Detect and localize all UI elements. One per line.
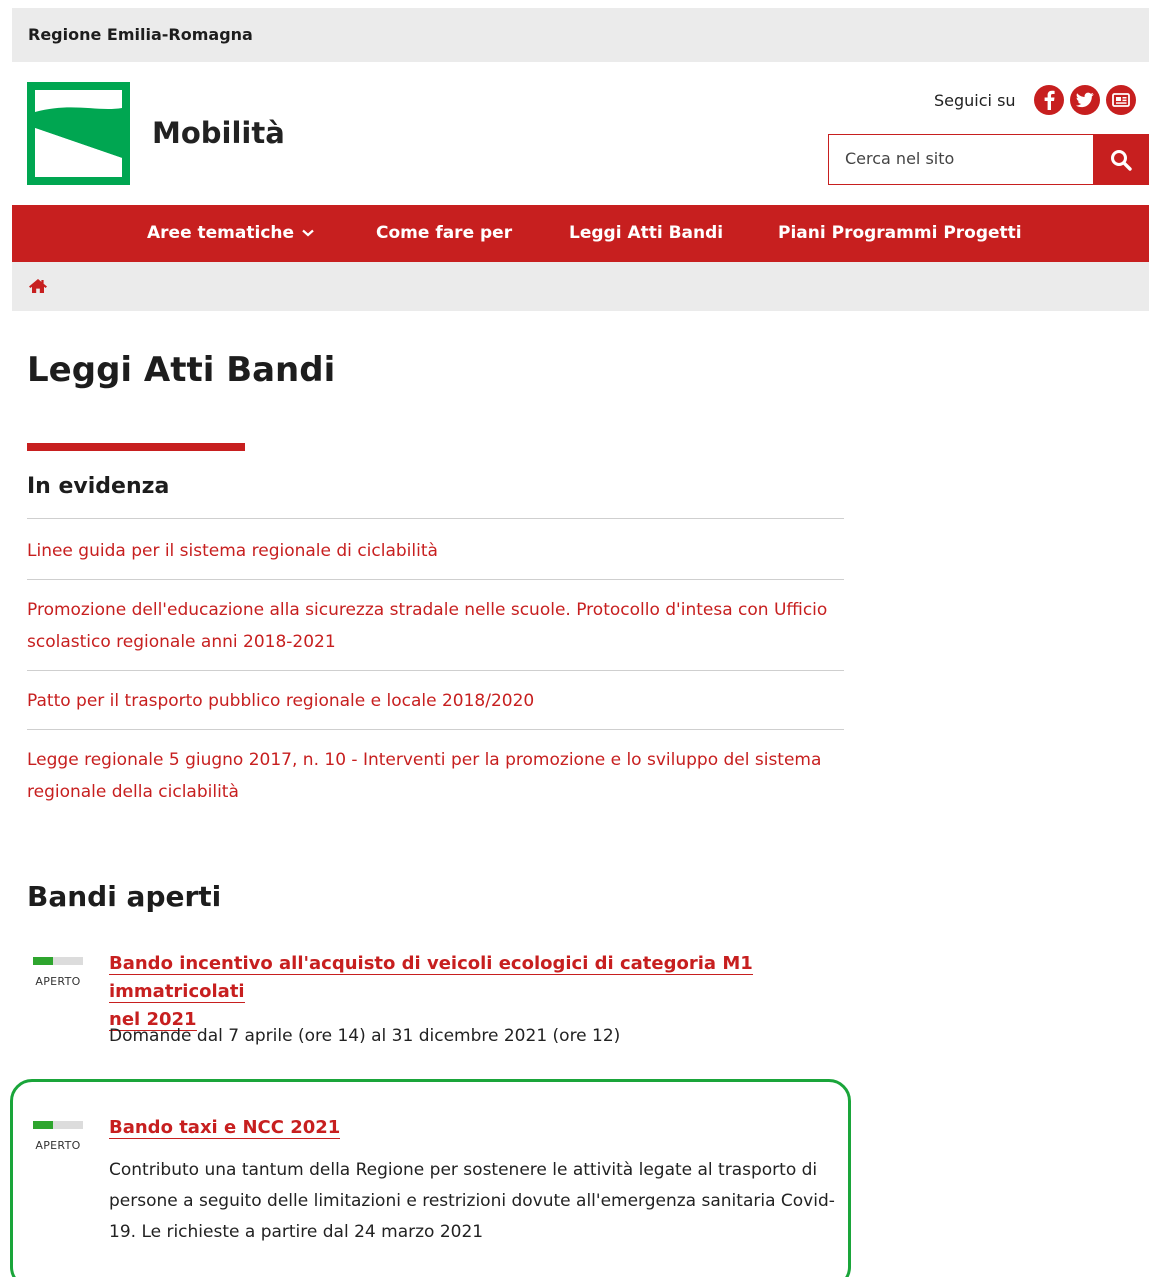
nav-item-come-fare-per[interactable]: Come fare per [376, 223, 512, 243]
status-badge: APERTO [33, 957, 83, 988]
status-bar [33, 957, 83, 965]
region-logo[interactable] [27, 82, 130, 185]
highlight-link[interactable]: Patto per il trasporto pubblico regional… [27, 670, 844, 729]
open-calls-title: Bandi aperti [27, 880, 222, 913]
search-box[interactable]: Cerca nel sito [828, 134, 1149, 185]
home-icon[interactable] [28, 278, 48, 298]
open-call-description: Domande dal 7 aprile (ore 14) al 31 dice… [109, 1026, 621, 1046]
breadcrumb [12, 262, 1149, 311]
chevron-down-icon [302, 229, 314, 237]
highlights-list: Linee guida per il sistema regionale di … [27, 518, 844, 820]
search-button[interactable] [1093, 134, 1149, 185]
search-icon [1111, 149, 1132, 171]
nav-item-label: Aree tematiche [147, 223, 295, 243]
open-call-title-line: Bando incentivo all'acquisto di veicoli … [109, 953, 753, 1003]
nav-item-aree-tematiche[interactable]: Aree tematiche [147, 223, 314, 243]
region-name[interactable]: Regione Emilia-Romagna [28, 25, 253, 44]
status-label: APERTO [35, 975, 81, 988]
search-input[interactable]: Cerca nel sito [845, 149, 954, 168]
facebook-icon[interactable] [1033, 85, 1064, 115]
highlight-link[interactable]: Legge regionale 5 giugno 2017, n. 10 - I… [27, 729, 844, 820]
highlight-link[interactable]: Promozione dell'educazione alla sicurezz… [27, 579, 844, 670]
site-title[interactable]: Mobilità [152, 116, 285, 150]
section-divider [27, 443, 245, 451]
highlight-link[interactable]: Linee guida per il sistema regionale di … [27, 518, 844, 579]
twitter-icon[interactable] [1069, 85, 1100, 115]
newsletter-icon[interactable] [1105, 85, 1136, 115]
nav-item-piani-programmi-progetti[interactable]: Piani Programmi Progetti [778, 223, 1022, 243]
page-title: Leggi Atti Bandi [27, 350, 336, 390]
nav-item-leggi-atti-bandi[interactable]: Leggi Atti Bandi [569, 223, 723, 243]
logo-icon [27, 82, 130, 185]
highlights-title: In evidenza [27, 474, 170, 499]
main-nav: Aree tematiche Come fare per Leggi Atti … [12, 205, 1149, 262]
highlight-frame [10, 1079, 851, 1277]
follow-label: Seguici su [934, 90, 1016, 110]
top-bar: Regione Emilia-Romagna [12, 8, 1149, 62]
social-follow: Seguici su [934, 85, 1136, 115]
